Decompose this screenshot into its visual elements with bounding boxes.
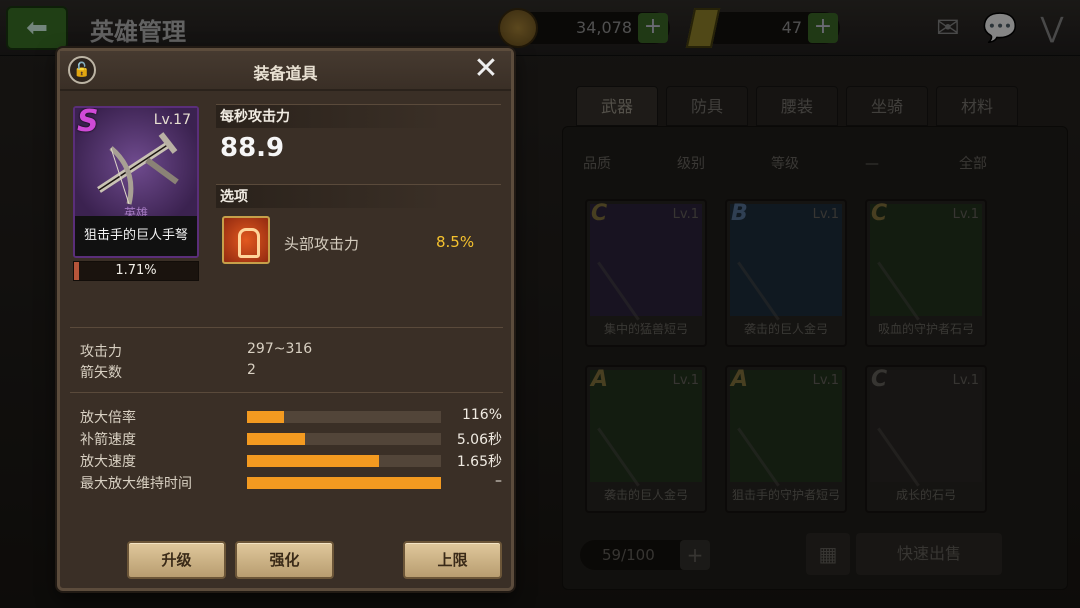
item-level: Lv.17 xyxy=(153,112,191,128)
equip-item-dialog: 🔓 装备道具 ✕ S Lv.17 英雄 狙击手的巨人手弩 1.71% 每秒攻击力… xyxy=(57,48,514,591)
item-card[interactable]: S Lv.17 英雄 狙击手的巨人手弩 xyxy=(73,106,199,258)
bar-track xyxy=(247,433,441,445)
divider xyxy=(70,327,503,328)
bar-track xyxy=(247,411,441,423)
options-label: 选项 xyxy=(216,184,501,208)
bar-track xyxy=(247,477,441,489)
close-button[interactable]: ✕ xyxy=(471,52,501,86)
close-icon: ✕ xyxy=(473,51,499,86)
headshot-icon xyxy=(222,216,270,264)
stat-value: 2 xyxy=(247,362,256,378)
enhance-button[interactable]: 强化 xyxy=(235,541,334,579)
upgrade-button[interactable]: 升级 xyxy=(127,541,226,579)
bar-value: – xyxy=(495,473,502,489)
bar-label: 最大放大维持时间 xyxy=(80,476,192,492)
bar-track xyxy=(247,455,441,467)
bar-value: 116% xyxy=(461,407,502,423)
bar-fill xyxy=(247,477,441,489)
bar-fill xyxy=(247,433,306,445)
bar-value: 5.06秒 xyxy=(456,432,502,448)
item-progress-text: 1.71% xyxy=(115,263,157,278)
dps-value: 88.9 xyxy=(220,133,285,163)
dialog-header: 🔓 装备道具 ✕ xyxy=(60,51,511,91)
bar-fill xyxy=(247,455,379,467)
stat-label: 箭矢数 xyxy=(80,365,122,381)
divider xyxy=(70,392,503,393)
option-name: 头部攻击力 xyxy=(284,235,360,253)
crossbow-icon xyxy=(97,132,179,205)
stat-value: 297~316 xyxy=(247,341,313,357)
item-grade: S xyxy=(77,106,99,139)
bar-row-max-zoom-duration: 最大放大维持时间 – xyxy=(80,473,504,493)
dps-label: 每秒攻击力 xyxy=(216,104,501,128)
dialog-title: 装备道具 xyxy=(253,64,318,83)
bar-fill xyxy=(247,411,284,423)
bar-value: 1.65秒 xyxy=(456,454,502,470)
bar-label: 补箭速度 xyxy=(80,432,136,448)
item-name: 狙击手的巨人手弩 xyxy=(75,216,197,256)
bar-label: 放大速度 xyxy=(80,454,136,470)
bar-row-zoom-speed: 放大速度 1.65秒 xyxy=(80,451,504,471)
bar-row-zoom-ratio: 放大倍率 116% xyxy=(80,407,504,427)
stat-label: 攻击力 xyxy=(80,344,122,360)
bar-row-reload-speed: 补箭速度 5.06秒 xyxy=(80,429,504,449)
bar-label: 放大倍率 xyxy=(80,410,136,426)
item-progress-bar: 1.71% xyxy=(73,261,199,281)
limit-button[interactable]: 上限 xyxy=(403,541,502,579)
option-value: 8.5% xyxy=(436,233,475,251)
